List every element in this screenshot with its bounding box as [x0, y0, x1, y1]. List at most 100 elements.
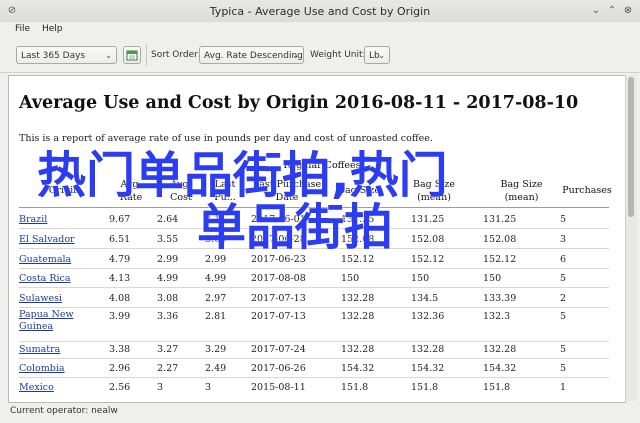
cell-last-purchase-date: 2017-06-28	[251, 234, 306, 245]
cell-last: 3.29	[205, 344, 227, 355]
column-purchases: Purchases	[562, 185, 612, 196]
cell-bag-size-b: 152.08	[411, 234, 445, 245]
cell-purchases: 1	[560, 382, 567, 393]
cell-avg-cost: 2.99	[157, 254, 179, 265]
cell-avg-rate: 9.67	[109, 214, 131, 225]
cell-last: 3.65	[205, 234, 227, 245]
cell-bag-size-mean: 152.08	[483, 234, 517, 245]
cell-origin[interactable]: Colombia	[19, 363, 65, 374]
cell-bag-size-mean: 151.8	[483, 382, 511, 393]
cell-origin[interactable]: Sulawesi	[19, 293, 62, 304]
vertical-scrollbar[interactable]	[625, 75, 637, 401]
cell-origin[interactable]: El Salvador	[19, 234, 75, 245]
scrollbar-thumb[interactable]	[628, 77, 634, 217]
toolbar: Last 365 Days ⌄ Sort Order: Avg. Rate De…	[0, 40, 640, 73]
row-divider	[19, 228, 609, 229]
cell-origin[interactable]: Guatemala	[19, 254, 71, 265]
row-divider	[19, 287, 609, 288]
cell-bag-size-a: 131.25	[341, 214, 375, 225]
cell-bag-size-mean: 132.28	[483, 344, 517, 355]
cell-avg-cost: 3.08	[157, 293, 179, 304]
close-icon[interactable]: ⊗	[622, 5, 634, 17]
cell-bag-size-b: 151.8	[411, 382, 439, 393]
weight-unit-label: Weight Unit:	[310, 50, 366, 60]
cell-purchases: 2	[560, 293, 567, 304]
window-title: Typica - Average Use and Cost by Origin	[209, 5, 431, 18]
cell-purchases: 5	[560, 273, 567, 284]
weight-unit-select[interactable]: Lb ⌄	[364, 46, 390, 64]
chevron-down-icon: ⌄	[292, 51, 299, 60]
column-bag-size-mean: Bag Size (mean)	[500, 179, 543, 203]
cell-avg-cost: 3.36	[157, 311, 179, 322]
cell-bag-size-mean: 132.3	[483, 311, 511, 322]
cell-origin[interactable]: Costa Rica	[19, 273, 71, 284]
date-range-value: Last 365 Days	[21, 51, 86, 61]
cell-bag-size-b: 134.5	[411, 293, 439, 304]
cell-bag-size-a: 152.12	[341, 254, 375, 265]
row-divider	[19, 341, 609, 342]
cell-bag-size-mean: 133.39	[483, 293, 517, 304]
cell-bag-size-a: 154.32	[341, 363, 375, 374]
column-origin: Origin	[48, 185, 80, 196]
column-avg-cost: Avg. Cost	[170, 179, 192, 203]
maximize-icon[interactable]: ⌃	[606, 5, 618, 17]
cell-origin[interactable]: Mexico	[19, 382, 54, 393]
date-range-select[interactable]: Last 365 Days ⌄	[16, 46, 117, 64]
cell-bag-size-b: 152.12	[411, 254, 445, 265]
cell-purchases: 3	[560, 234, 567, 245]
cell-bag-size-b: 150	[411, 273, 430, 284]
cell-bag-size-a: 152.08	[341, 234, 375, 245]
status-bar: Current operator: nealw	[0, 403, 640, 423]
row-divider	[19, 358, 609, 359]
menu-help[interactable]: Help	[42, 24, 63, 34]
cell-bag-size-a: 132.28	[341, 344, 375, 355]
cell-last: 3	[205, 382, 212, 393]
cell-origin[interactable]: Brazil	[19, 214, 47, 225]
cell-last-purchase-date: 2017-07-13	[251, 311, 306, 322]
cell-last: 2.81	[205, 311, 227, 322]
cell-last-purchase-date: 2017-07-24	[251, 344, 306, 355]
minimize-icon[interactable]: ⌄	[590, 5, 602, 17]
cell-last-purchase-date: 2017-08-08	[251, 273, 306, 284]
cell-avg-cost: 2.64	[157, 214, 179, 225]
row-divider	[19, 248, 609, 249]
calendar-icon	[126, 50, 138, 61]
sort-order-select[interactable]: Avg. Rate Descending ⌄	[199, 46, 304, 64]
cell-avg-cost: 3	[157, 382, 164, 393]
cell-origin[interactable]: Papua New Guinea	[19, 309, 79, 333]
group-header: Regular Coffees	[283, 160, 361, 171]
header-divider	[19, 207, 609, 208]
title-bar: ⊘ Typica - Average Use and Cost by Origi…	[0, 0, 640, 23]
row-divider	[19, 377, 609, 378]
column-avg-rate: Avg. Rate	[119, 179, 143, 203]
sort-order-value: Avg. Rate Descending	[204, 51, 303, 61]
cell-bag-size-mean: 150	[483, 273, 502, 284]
cell-last-purchase-date: 2017-06-01	[251, 214, 306, 225]
report-view: Average Use and Cost by Origin 2016-08-1…	[8, 75, 626, 403]
cell-avg-rate: 3.99	[109, 311, 131, 322]
cell-bag-size-a: 151.8	[341, 382, 369, 393]
cell-bag-size-b: 132.36	[411, 311, 445, 322]
cell-last-purchase-date: 2017-06-23	[251, 254, 306, 265]
toolbar-separator	[146, 44, 147, 66]
cell-avg-cost: 2.27	[157, 363, 179, 374]
cell-purchases: 6	[560, 254, 567, 265]
cell-last-purchase-date: 2017-07-13	[251, 293, 306, 304]
menu-file[interactable]: File	[15, 24, 30, 34]
report-description: This is a report of average rate of use …	[19, 133, 433, 144]
cell-bag-size-a: 150	[341, 273, 360, 284]
column-last-purchase-date: Last Purchase Date	[252, 179, 322, 203]
cell-origin[interactable]: Sumatra	[19, 344, 60, 355]
calendar-button[interactable]	[123, 46, 141, 64]
cell-last: 2.97	[205, 293, 227, 304]
cell-bag-size-a: 132.28	[341, 293, 375, 304]
row-divider	[19, 307, 609, 308]
cell-last-purchase-date: 2015-08-11	[251, 382, 306, 393]
cell-purchases: 5	[560, 311, 567, 322]
cell-avg-cost: 4.99	[157, 273, 179, 284]
cell-last: 4.99	[205, 273, 227, 284]
cell-last: 2.99	[205, 254, 227, 265]
cell-bag-size-b: 131.25	[411, 214, 445, 225]
cell-bag-size-mean: 154.32	[483, 363, 517, 374]
chevron-down-icon: ⌄	[378, 51, 385, 60]
